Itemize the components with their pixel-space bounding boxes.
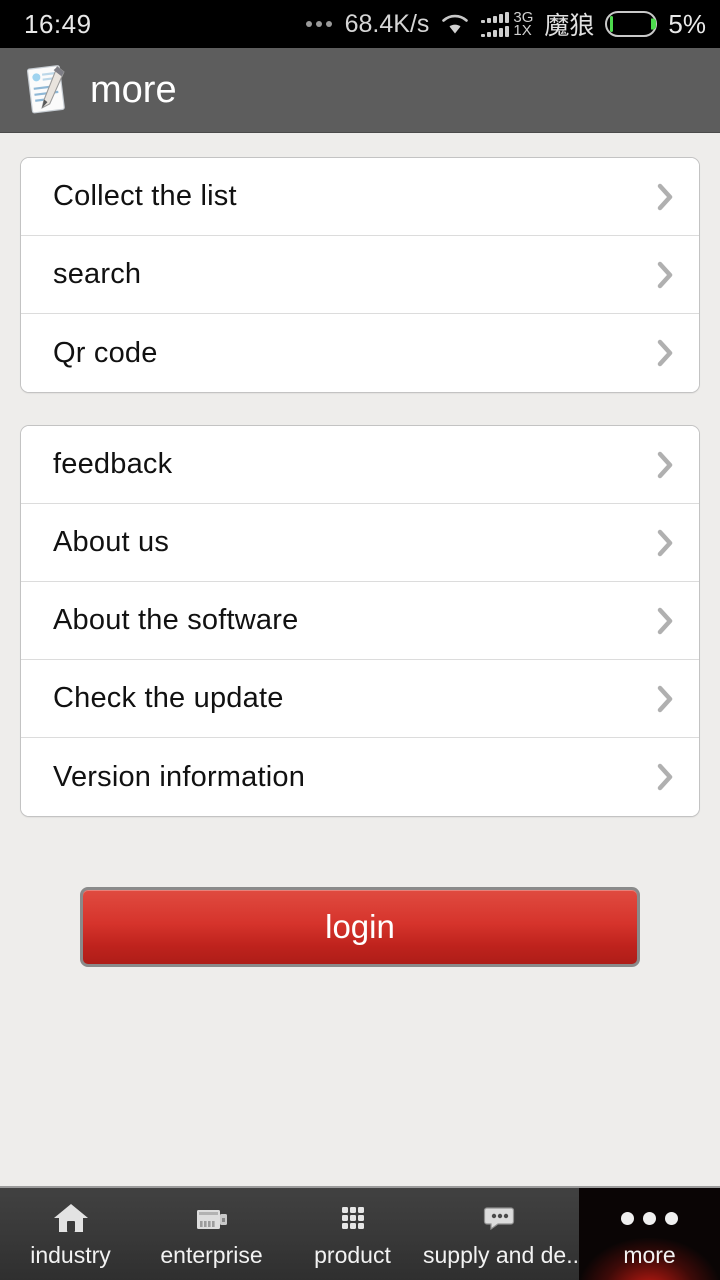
- factory-icon: [196, 1210, 227, 1229]
- list-item-label: Qr code: [53, 336, 158, 369]
- list-item-collect-the-list[interactable]: Collect the list: [21, 158, 699, 236]
- nav-tab-enterprise[interactable]: enterprise: [141, 1188, 282, 1280]
- grid-icon: [341, 1207, 364, 1229]
- nav-tab-label: more: [623, 1242, 676, 1268]
- chevron-right-icon: [657, 685, 673, 712]
- login-button[interactable]: login: [80, 887, 640, 967]
- three-dots-icon: [621, 1199, 679, 1237]
- chevron-right-icon: [657, 763, 673, 791]
- wifi-icon: [442, 14, 469, 34]
- app-header: more: [0, 48, 720, 133]
- list-item-label: feedback: [53, 448, 173, 480]
- list-item-feedback[interactable]: feedback: [21, 426, 699, 504]
- nav-tab-product[interactable]: product: [282, 1188, 423, 1280]
- list-item-qr-code[interactable]: Qr code: [21, 314, 699, 392]
- signal-bars-icon: 3G 1X: [481, 10, 533, 39]
- list-item-check-the-update[interactable]: Check the update: [21, 660, 699, 738]
- network-speed-text: 68.4K/s: [344, 9, 430, 38]
- chevron-right-icon: [657, 261, 673, 288]
- status-bar: 16:49 68.4K/s 3G 1X 魔狼 5%: [0, 0, 720, 48]
- login-button-container: login: [20, 817, 700, 967]
- content-area: Collect the list search Qr code feedback: [0, 133, 720, 967]
- home-icon: [53, 1204, 88, 1232]
- nav-tab-label: supply and de..: [423, 1242, 580, 1268]
- list-item-about-us[interactable]: About us: [21, 504, 699, 582]
- chevron-right-icon: [657, 529, 673, 556]
- signal-label-1x: 1X: [513, 22, 532, 39]
- nav-tab-more[interactable]: more: [579, 1188, 720, 1280]
- chat-bubble-icon: [483, 1207, 515, 1231]
- list-item-label: search: [53, 258, 142, 290]
- chevron-right-icon: [657, 183, 673, 210]
- status-time: 16:49: [24, 8, 92, 39]
- list-item-about-the-software[interactable]: About the software: [21, 582, 699, 660]
- list-item-label: Version information: [53, 760, 306, 793]
- bottom-navigation-bar: industry enterprise product supply and d…: [0, 1186, 720, 1280]
- status-icons: 68.4K/s 3G 1X 魔狼 5%: [305, 6, 706, 42]
- nav-tab-supply-and-demand[interactable]: supply and de..: [423, 1188, 580, 1280]
- nav-tab-label: product: [314, 1242, 391, 1268]
- list-group-info: feedback About us About the software Che…: [20, 425, 700, 817]
- list-item-label: About us: [53, 526, 170, 558]
- nav-tab-industry[interactable]: industry: [0, 1188, 141, 1280]
- list-group-tools: Collect the list search Qr code: [20, 157, 700, 393]
- nav-tab-label: enterprise: [160, 1242, 263, 1268]
- chevron-right-icon: [657, 607, 673, 634]
- battery-icon: [605, 11, 658, 37]
- three-dots-icon: [305, 21, 332, 27]
- list-item-search[interactable]: search: [21, 236, 699, 314]
- carrier-name: 魔狼: [544, 12, 595, 40]
- list-item-label: Check the update: [53, 682, 284, 714]
- page-title: more: [90, 68, 177, 111]
- chevron-right-icon: [657, 451, 673, 478]
- list-item-label: Collect the list: [53, 180, 237, 212]
- document-pen-icon: [26, 65, 65, 114]
- list-item-label: About the software: [53, 604, 299, 636]
- list-item-version-information[interactable]: Version information: [21, 738, 699, 816]
- nav-tab-label: industry: [30, 1242, 111, 1268]
- battery-percent: 5%: [668, 8, 706, 39]
- chevron-right-icon: [657, 339, 673, 367]
